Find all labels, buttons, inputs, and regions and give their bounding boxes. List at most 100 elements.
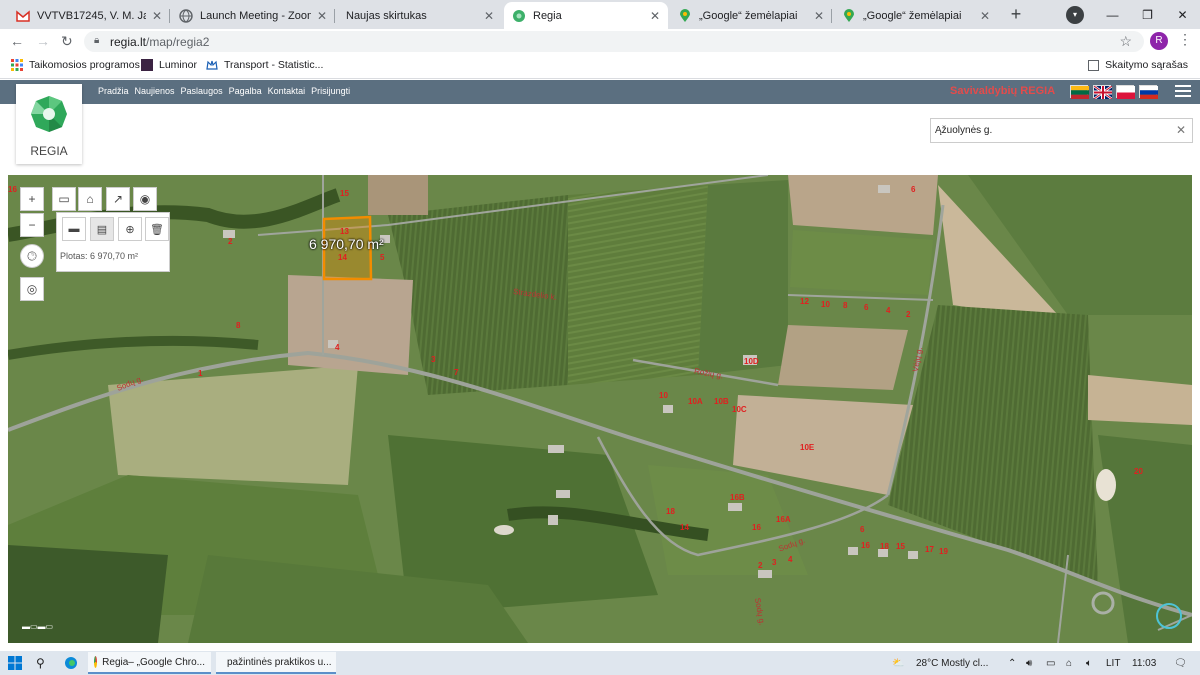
nav-link-naujienos[interactable]: Naujienos [135,86,175,96]
measure-line-icon[interactable]: ▬ [62,217,86,241]
reading-list-button[interactable]: Skaitymo sąrašas [1088,59,1188,71]
measure-area-label: 6 970,70 m² [309,236,384,252]
tab-title: Launch Meeting - Zoom [200,9,311,22]
forward-arrow-icon[interactable]: → [36,33,50,49]
zoom-icon [179,8,193,23]
measure-circle-icon[interactable]: ⊕ [118,217,142,241]
nav-link-kontaktai[interactable]: Kontaktai [268,86,306,96]
address-search-input[interactable] [931,119,1161,142]
zoom-out-button[interactable]: − [20,213,44,237]
site-navbar: Pradžia Naujienos Paslaugos Pagalba Kont… [0,80,1200,104]
notifications-icon[interactable]: 🗨︎ [1174,651,1187,675]
close-icon[interactable]: ✕ [152,9,162,23]
clock[interactable]: 11:03 [1132,651,1156,675]
regia-logo[interactable]: REGIA [16,84,82,164]
maximize-icon[interactable]: ❐ [1130,8,1165,22]
bookmark-star-icon[interactable]: ☆ [1119,33,1132,50]
locate-icon[interactable]: ◎ [20,277,44,301]
parcel-label: 13 [340,227,349,236]
minimize-icon[interactable]: — [1095,8,1130,22]
new-tab-button[interactable]: + [1006,3,1026,25]
tab-regia[interactable]: Regia ✕ [504,2,668,29]
hamburger-menu-icon[interactable] [1175,85,1191,99]
url-host: regia.lt [110,35,147,49]
map-pin-icon[interactable]: ⌂ [78,187,102,211]
regia-icon [512,9,526,23]
weather-text[interactable]: 28°C Mostly cl... [916,651,988,675]
parcel-label: 10A [688,397,703,406]
compass-icon[interactable] [1156,603,1182,629]
nav-link-pagalba[interactable]: Pagalba [229,86,262,96]
close-icon[interactable]: ✕ [317,9,327,23]
close-icon[interactable]: ✕ [980,9,990,23]
trash-icon[interactable]: 🗑︎ [145,217,169,241]
tab-google-maps-1[interactable]: „Google“ žemėlapiai ✕ [670,2,832,29]
site-brand: Savivaldybių REGIA [950,85,1056,97]
tab-google-maps-2[interactable]: „Google“ žemėlapiai ✕ [834,2,998,29]
flag-pl-icon[interactable] [1116,85,1135,99]
measure-area-text: Plotas: 6 970,70 m² [60,251,139,261]
flag-en-icon[interactable] [1093,84,1113,101]
parcel-label: 4 [886,306,891,315]
nav-link-pradzia[interactable]: Pradžia [98,86,129,96]
bookmark-apps[interactable]: Taikomosios programos [11,59,140,71]
parcel-label: 2 [228,237,233,246]
reload-icon[interactable]: ↻ [61,33,73,50]
edge-icon[interactable] [64,651,78,675]
network-icon[interactable]: ⌂ [1066,651,1072,675]
chevron-up-icon[interactable]: ⌃ [1008,651,1016,675]
clock-icon[interactable]: 🕑︎ [20,244,44,268]
bookmark-label: Taikomosios programos [29,59,140,71]
parcel-label: 15 [896,542,905,551]
parcel-label: 8 [843,301,848,310]
speaker-icon[interactable]: 🔈︎ [1086,651,1092,675]
target-icon[interactable]: ◉ [133,187,157,211]
bookmark-luminor[interactable]: Luminor [141,59,197,71]
close-icon[interactable]: ✕ [650,9,660,23]
flag-lt-icon[interactable] [1070,85,1089,99]
nav-link-paslaugos[interactable]: Paslaugos [181,86,223,96]
back-arrow-icon[interactable]: ← [10,33,24,49]
nav-link-prisijungti[interactable]: Prisijungti [311,86,350,96]
luminor-icon [141,59,153,71]
battery-icon[interactable]: ▭ [1046,651,1055,675]
parcel-label: 6 [860,525,865,534]
google-maps-icon [678,8,692,23]
taskbar-folder[interactable]: pažintinės praktikos u... [216,652,336,674]
close-icon[interactable]: ✕ [484,9,494,23]
parcel-label: 19 [939,547,948,556]
bookmark-transport[interactable]: Transport - Statistic... [206,59,323,71]
chrome-icon [94,656,98,668]
apps-grid-icon [11,59,23,71]
close-window-icon[interactable]: ✕ [1165,8,1200,22]
taskbar-chrome[interactable]: Regia– „Google Chro... [88,652,211,674]
clear-search-icon[interactable]: ✕ [1176,123,1186,137]
tab-title: „Google“ žemėlapiai [863,9,962,22]
tab-search-icon[interactable]: ▾ [1066,6,1084,24]
gmail-icon [16,9,30,23]
parcel-label: 10 [659,391,668,400]
ruler-icon[interactable]: ▭ [52,187,76,211]
windows-start-icon[interactable] [8,651,22,675]
search-icon[interactable]: ⚲ [36,651,45,675]
map-viewport[interactable]: 15 13 14 16 2 6 8 4 1 3 7 12 10 8 6 4 2 … [8,175,1192,643]
more-menu-icon[interactable]: ⋮ [1178,31,1192,48]
parcel-label: 10E [800,443,815,452]
parcel-label: 14 [680,523,689,532]
parcel-label: 10C [732,405,747,414]
zoom-in-button[interactable]: + [20,187,44,211]
tab-new-tab[interactable]: Naujas skirtukas ✕ [338,2,502,29]
language-indicator[interactable]: LIT [1106,651,1120,675]
tab-zoom[interactable]: Launch Meeting - Zoom ✕ [171,2,335,29]
close-icon[interactable]: ✕ [814,9,824,23]
parcel-label: 4 [335,343,340,352]
profile-avatar[interactable]: R [1150,32,1168,50]
parcel-label: 2 [906,310,911,319]
tab-gmail[interactable]: VVTVB17245, V. M. Janušau ✕ [8,2,170,29]
address-bar[interactable]: 🔒︎ regia.lt/map/regia2 ☆ [84,31,1144,52]
flag-ru-icon[interactable] [1139,85,1158,99]
measure-area-icon[interactable]: ▤ [90,217,114,241]
address-search[interactable]: ✕ [930,118,1193,143]
volume-icon[interactable]: 🔊︎ [1026,651,1032,675]
share-icon[interactable]: ↗ [106,187,130,211]
